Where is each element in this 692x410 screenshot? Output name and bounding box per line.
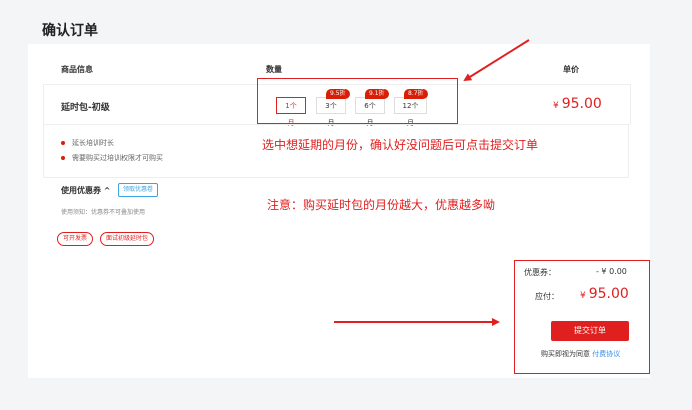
annotation-arrows	[334, 39, 530, 326]
arrow-to-options	[463, 39, 530, 82]
